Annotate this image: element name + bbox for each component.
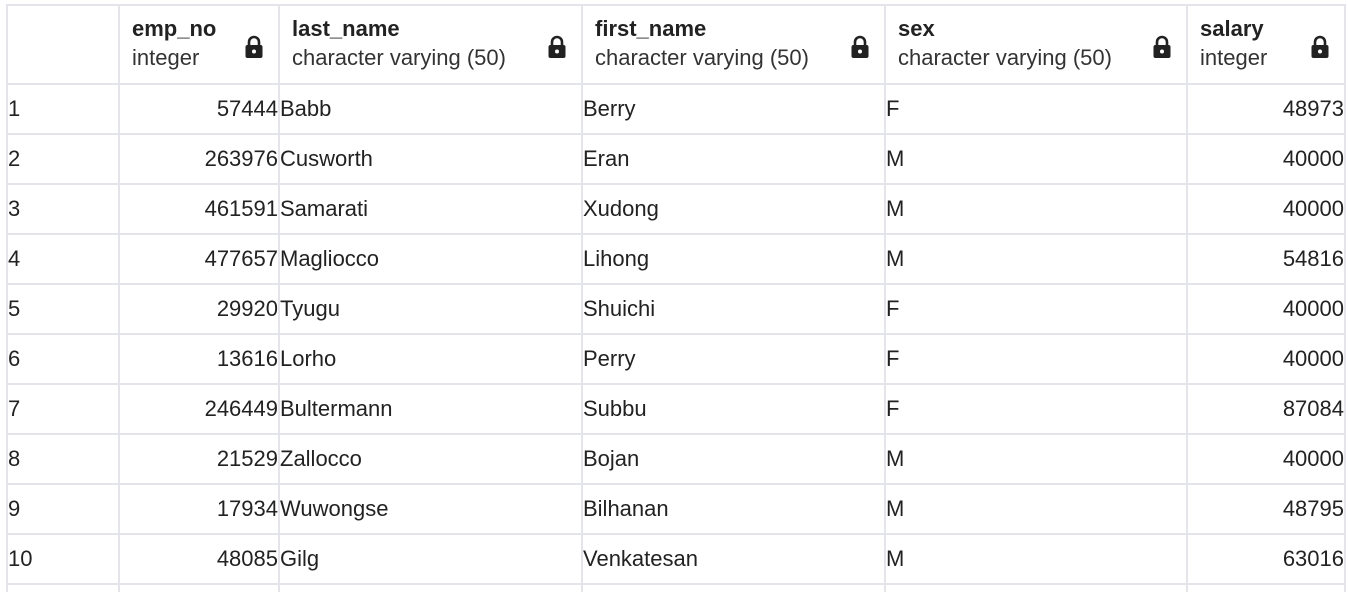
row-number[interactable]: 4	[6, 233, 120, 285]
column-type: character varying (50)	[595, 45, 809, 70]
cell-salary[interactable]: 54816	[1186, 233, 1346, 285]
table-row-partial	[6, 583, 1346, 592]
cell-first-name[interactable]: Shuichi	[581, 283, 886, 335]
table-row[interactable]: 9 17934 Wuwongse Bilhanan M 48795	[6, 483, 1346, 535]
lock-icon	[245, 35, 263, 58]
row-number	[6, 583, 120, 592]
cell-emp-no[interactable]: 17934	[118, 483, 280, 535]
column-header-first-name[interactable]: first_name character varying (50)	[581, 4, 886, 85]
cell-emp-no[interactable]: 21529	[118, 433, 280, 485]
header-row: emp_no integer last_name character varyi…	[6, 4, 1346, 85]
column-header-last-name[interactable]: last_name character varying (50)	[278, 4, 583, 85]
row-number[interactable]: 8	[6, 433, 120, 485]
query-results-grid: emp_no integer last_name character varyi…	[6, 4, 1346, 592]
table-row[interactable]: 7 246449 Bultermann Subbu F 87084	[6, 383, 1346, 435]
cell-first-name[interactable]: Perry	[581, 333, 886, 385]
table-row[interactable]: 3 461591 Samarati Xudong M 40000	[6, 183, 1346, 235]
cell-sex[interactable]: M	[884, 183, 1188, 235]
cell-sex[interactable]: M	[884, 483, 1188, 535]
column-name: first_name	[595, 16, 707, 41]
table-row[interactable]: 8 21529 Zallocco Bojan M 40000	[6, 433, 1346, 485]
cell-sex[interactable]: F	[884, 333, 1188, 385]
column-type: character varying (50)	[292, 45, 506, 70]
row-number[interactable]: 9	[6, 483, 120, 535]
cell-first-name[interactable]: Xudong	[581, 183, 886, 235]
cell-salary[interactable]: 40000	[1186, 333, 1346, 385]
lock-icon	[1153, 35, 1171, 58]
cell-last-name[interactable]: Babb	[278, 83, 583, 135]
column-name: sex	[898, 16, 935, 41]
cell-salary[interactable]: 40000	[1186, 133, 1346, 185]
cell-sex[interactable]: M	[884, 433, 1188, 485]
column-name: last_name	[292, 16, 400, 41]
cell-emp-no[interactable]: 29920	[118, 283, 280, 335]
cell-last-name[interactable]: Tyugu	[278, 283, 583, 335]
column-header-salary[interactable]: salary integer	[1186, 4, 1346, 85]
cell-first-name[interactable]: Subbu	[581, 383, 886, 435]
table-row[interactable]: 1 57444 Babb Berry F 48973	[6, 83, 1346, 135]
cell-emp-no[interactable]: 477657	[118, 233, 280, 285]
cell-emp-no[interactable]: 48085	[118, 533, 280, 585]
cell-emp-no[interactable]: 57444	[118, 83, 280, 135]
cell-last-name[interactable]: Gilg	[278, 533, 583, 585]
cell-sex[interactable]: M	[884, 133, 1188, 185]
cell-emp-no[interactable]: 461591	[118, 183, 280, 235]
lock-icon	[851, 35, 869, 58]
cell-emp-no[interactable]: 13616	[118, 333, 280, 385]
column-header-sex[interactable]: sex character varying (50)	[884, 4, 1188, 85]
cell-first-name[interactable]: Bilhanan	[581, 483, 886, 535]
cell-sex[interactable]: F	[884, 83, 1188, 135]
row-number[interactable]: 7	[6, 383, 120, 435]
cell-salary[interactable]: 40000	[1186, 283, 1346, 335]
cell-emp-no[interactable]: 246449	[118, 383, 280, 435]
row-number[interactable]: 6	[6, 333, 120, 385]
cell-emp-no	[118, 583, 280, 592]
row-number[interactable]: 1	[6, 83, 120, 135]
cell-first-name[interactable]: Venkatesan	[581, 533, 886, 585]
cell-sex[interactable]: M	[884, 533, 1188, 585]
cell-salary[interactable]: 48973	[1186, 83, 1346, 135]
row-number[interactable]: 5	[6, 283, 120, 335]
cell-salary[interactable]: 48795	[1186, 483, 1346, 535]
column-type: character varying (50)	[898, 45, 1112, 70]
cell-emp-no[interactable]: 263976	[118, 133, 280, 185]
cell-last-name[interactable]: Bultermann	[278, 383, 583, 435]
cell-salary[interactable]: 87084	[1186, 383, 1346, 435]
table-row[interactable]: 6 13616 Lorho Perry F 40000	[6, 333, 1346, 385]
cell-salary	[1186, 583, 1346, 592]
table-row[interactable]: 10 48085 Gilg Venkatesan M 63016	[6, 533, 1346, 585]
cell-salary[interactable]: 40000	[1186, 433, 1346, 485]
cell-sex[interactable]: F	[884, 383, 1188, 435]
row-number-header[interactable]	[6, 4, 120, 85]
cell-last-name[interactable]: Wuwongse	[278, 483, 583, 535]
cell-first-name[interactable]: Eran	[581, 133, 886, 185]
cell-last-name	[278, 583, 583, 592]
row-number[interactable]: 2	[6, 133, 120, 185]
cell-first-name[interactable]: Berry	[581, 83, 886, 135]
cell-last-name[interactable]: Samarati	[278, 183, 583, 235]
cell-first-name[interactable]: Lihong	[581, 233, 886, 285]
lock-icon	[548, 35, 566, 58]
column-header-emp-no[interactable]: emp_no integer	[118, 4, 280, 85]
cell-salary[interactable]: 40000	[1186, 183, 1346, 235]
cell-first-name	[581, 583, 886, 592]
cell-salary[interactable]: 63016	[1186, 533, 1346, 585]
cell-first-name[interactable]: Bojan	[581, 433, 886, 485]
cell-sex	[884, 583, 1188, 592]
cell-last-name[interactable]: Magliocco	[278, 233, 583, 285]
row-number[interactable]: 10	[6, 533, 120, 585]
table-row[interactable]: 5 29920 Tyugu Shuichi F 40000	[6, 283, 1346, 335]
cell-sex[interactable]: F	[884, 283, 1188, 335]
cell-last-name[interactable]: Zallocco	[278, 433, 583, 485]
table-row[interactable]: 4 477657 Magliocco Lihong M 54816	[6, 233, 1346, 285]
lock-icon	[1311, 35, 1329, 58]
table-row[interactable]: 2 263976 Cusworth Eran M 40000	[6, 133, 1346, 185]
row-number[interactable]: 3	[6, 183, 120, 235]
cell-last-name[interactable]: Cusworth	[278, 133, 583, 185]
cell-last-name[interactable]: Lorho	[278, 333, 583, 385]
cell-sex[interactable]: M	[884, 233, 1188, 285]
